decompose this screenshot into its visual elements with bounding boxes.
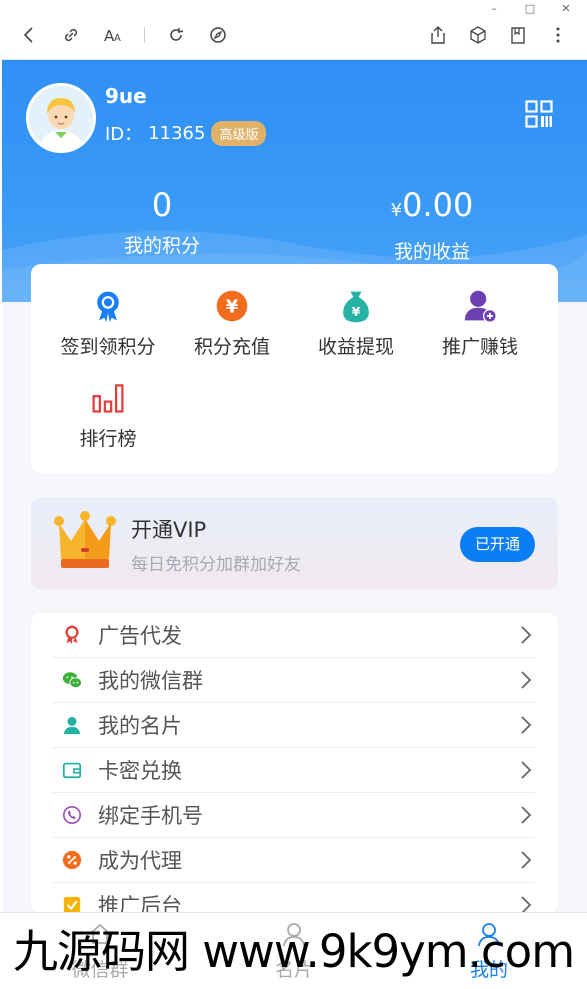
award-icon — [61, 624, 83, 646]
watermark-text: 九源码网 www.9k9ym.com — [12, 925, 575, 978]
svg-text:¥: ¥ — [352, 304, 361, 319]
points-stat[interactable]: 0 我的积分 — [42, 185, 282, 258]
crown-icon — [54, 511, 116, 568]
grid-item-promote[interactable]: 推广赚钱 — [418, 286, 542, 359]
feature-grid: 签到领积分 ¥ 积分充值 ¥ 收益提现 推广赚钱 排行榜 — [31, 264, 558, 473]
browser-toolbar: – □ ✕ AA — [0, 0, 587, 60]
close-button[interactable]: ✕ — [559, 2, 573, 15]
grid-label: 签到领积分 — [60, 336, 156, 358]
menu-item-ad-posting[interactable]: 广告代发 — [53, 613, 535, 658]
menu-item-become-agent[interactable]: 成为代理 — [53, 838, 535, 883]
chevron-right-icon — [521, 716, 532, 734]
vip-subtitle: 每日免积分加群加好友 — [131, 555, 301, 575]
money-bag-icon: ¥ — [336, 286, 376, 326]
menu-item-card-redeem[interactable]: 卡密兑换 — [53, 748, 535, 793]
earnings-value-wrap: ¥0.00 — [312, 185, 552, 231]
menu-label: 我的名片 — [98, 714, 182, 738]
chevron-right-icon — [521, 851, 532, 869]
refresh-icon[interactable] — [165, 24, 187, 46]
grid-label: 推广赚钱 — [441, 336, 518, 358]
qrcode-icon[interactable] — [525, 100, 553, 128]
grid-item-withdraw[interactable]: ¥ 收益提现 — [294, 286, 418, 359]
user-add-icon — [460, 286, 500, 326]
grid-item-ranking[interactable]: 排行榜 — [46, 378, 170, 451]
menu-item-bind-phone[interactable]: 绑定手机号 — [53, 793, 535, 838]
check-square-icon — [61, 894, 83, 913]
chevron-right-icon — [521, 806, 532, 824]
menu-label: 推广后台 — [98, 894, 182, 913]
grid-label: 排行榜 — [79, 428, 137, 450]
phone-icon — [61, 804, 83, 826]
earnings-stat[interactable]: ¥0.00 我的收益 — [312, 185, 552, 264]
text-size-icon[interactable]: AA — [102, 24, 124, 46]
share-icon[interactable] — [427, 24, 449, 46]
cube-icon[interactable] — [467, 24, 489, 46]
grid-label: 积分充值 — [193, 336, 270, 358]
vip-card[interactable]: 开通VIP 每日免积分加群加好友 已开通 — [31, 497, 558, 589]
menu-label: 我的微信群 — [98, 669, 203, 693]
menu-item-my-wechat-groups[interactable]: 我的微信群 — [53, 658, 535, 703]
chevron-right-icon — [521, 896, 532, 913]
yen-coin-icon: ¥ — [212, 286, 252, 326]
level-badge: 高级版 — [211, 120, 267, 146]
more-icon[interactable] — [547, 24, 569, 46]
bar-ranking-icon — [88, 378, 128, 418]
chevron-right-icon — [521, 761, 532, 779]
svg-text:A: A — [114, 33, 121, 44]
chevron-right-icon — [521, 626, 532, 644]
points-value: 0 — [151, 186, 173, 224]
minimize-button[interactable]: – — [487, 2, 501, 15]
person-icon — [61, 714, 83, 736]
username: 9ue — [105, 84, 147, 108]
user-id: ID： 11365 高级版 — [105, 120, 267, 146]
earnings-label: 我的收益 — [393, 241, 470, 263]
currency-symbol: ¥ — [390, 200, 403, 221]
grid-item-checkin[interactable]: 签到领积分 — [46, 286, 170, 359]
menu-label: 绑定手机号 — [98, 804, 203, 828]
menu-label: 卡密兑换 — [98, 759, 182, 783]
chevron-right-icon — [521, 671, 532, 689]
menu-item-promo-backend[interactable]: 推广后台 — [53, 883, 535, 913]
toolbar-divider — [144, 27, 145, 43]
avatar[interactable] — [26, 83, 96, 153]
user-id-label: ID： — [105, 124, 143, 145]
menu-item-my-card[interactable]: 我的名片 — [53, 703, 535, 748]
user-id-value: 11365 — [148, 122, 206, 144]
grid-item-recharge[interactable]: ¥ 积分充值 — [170, 286, 294, 359]
vip-status-button[interactable]: 已开通 — [460, 527, 535, 562]
wechat-icon — [61, 669, 83, 691]
back-icon[interactable] — [18, 24, 40, 46]
points-label: 我的积分 — [123, 235, 200, 257]
menu-label: 成为代理 — [98, 849, 182, 873]
discount-icon — [61, 849, 83, 871]
menu-list: 广告代发 我的微信群 我的名片 卡密兑换 绑定手机号 成为代理 推广后台 — [31, 613, 558, 913]
compass-icon[interactable] — [207, 24, 229, 46]
menu-label: 广告代发 — [98, 624, 182, 648]
window-controls: – □ ✕ — [487, 2, 573, 15]
grid-label: 收益提现 — [317, 336, 394, 358]
vip-title: 开通VIP — [131, 518, 207, 542]
maximize-button[interactable]: □ — [523, 2, 537, 15]
svg-text:¥: ¥ — [226, 296, 239, 317]
earnings-value: 0.00 — [402, 186, 474, 224]
medal-icon — [88, 286, 128, 326]
collections-icon[interactable] — [507, 24, 529, 46]
wallet-icon — [61, 759, 83, 781]
link-icon[interactable] — [60, 24, 82, 46]
